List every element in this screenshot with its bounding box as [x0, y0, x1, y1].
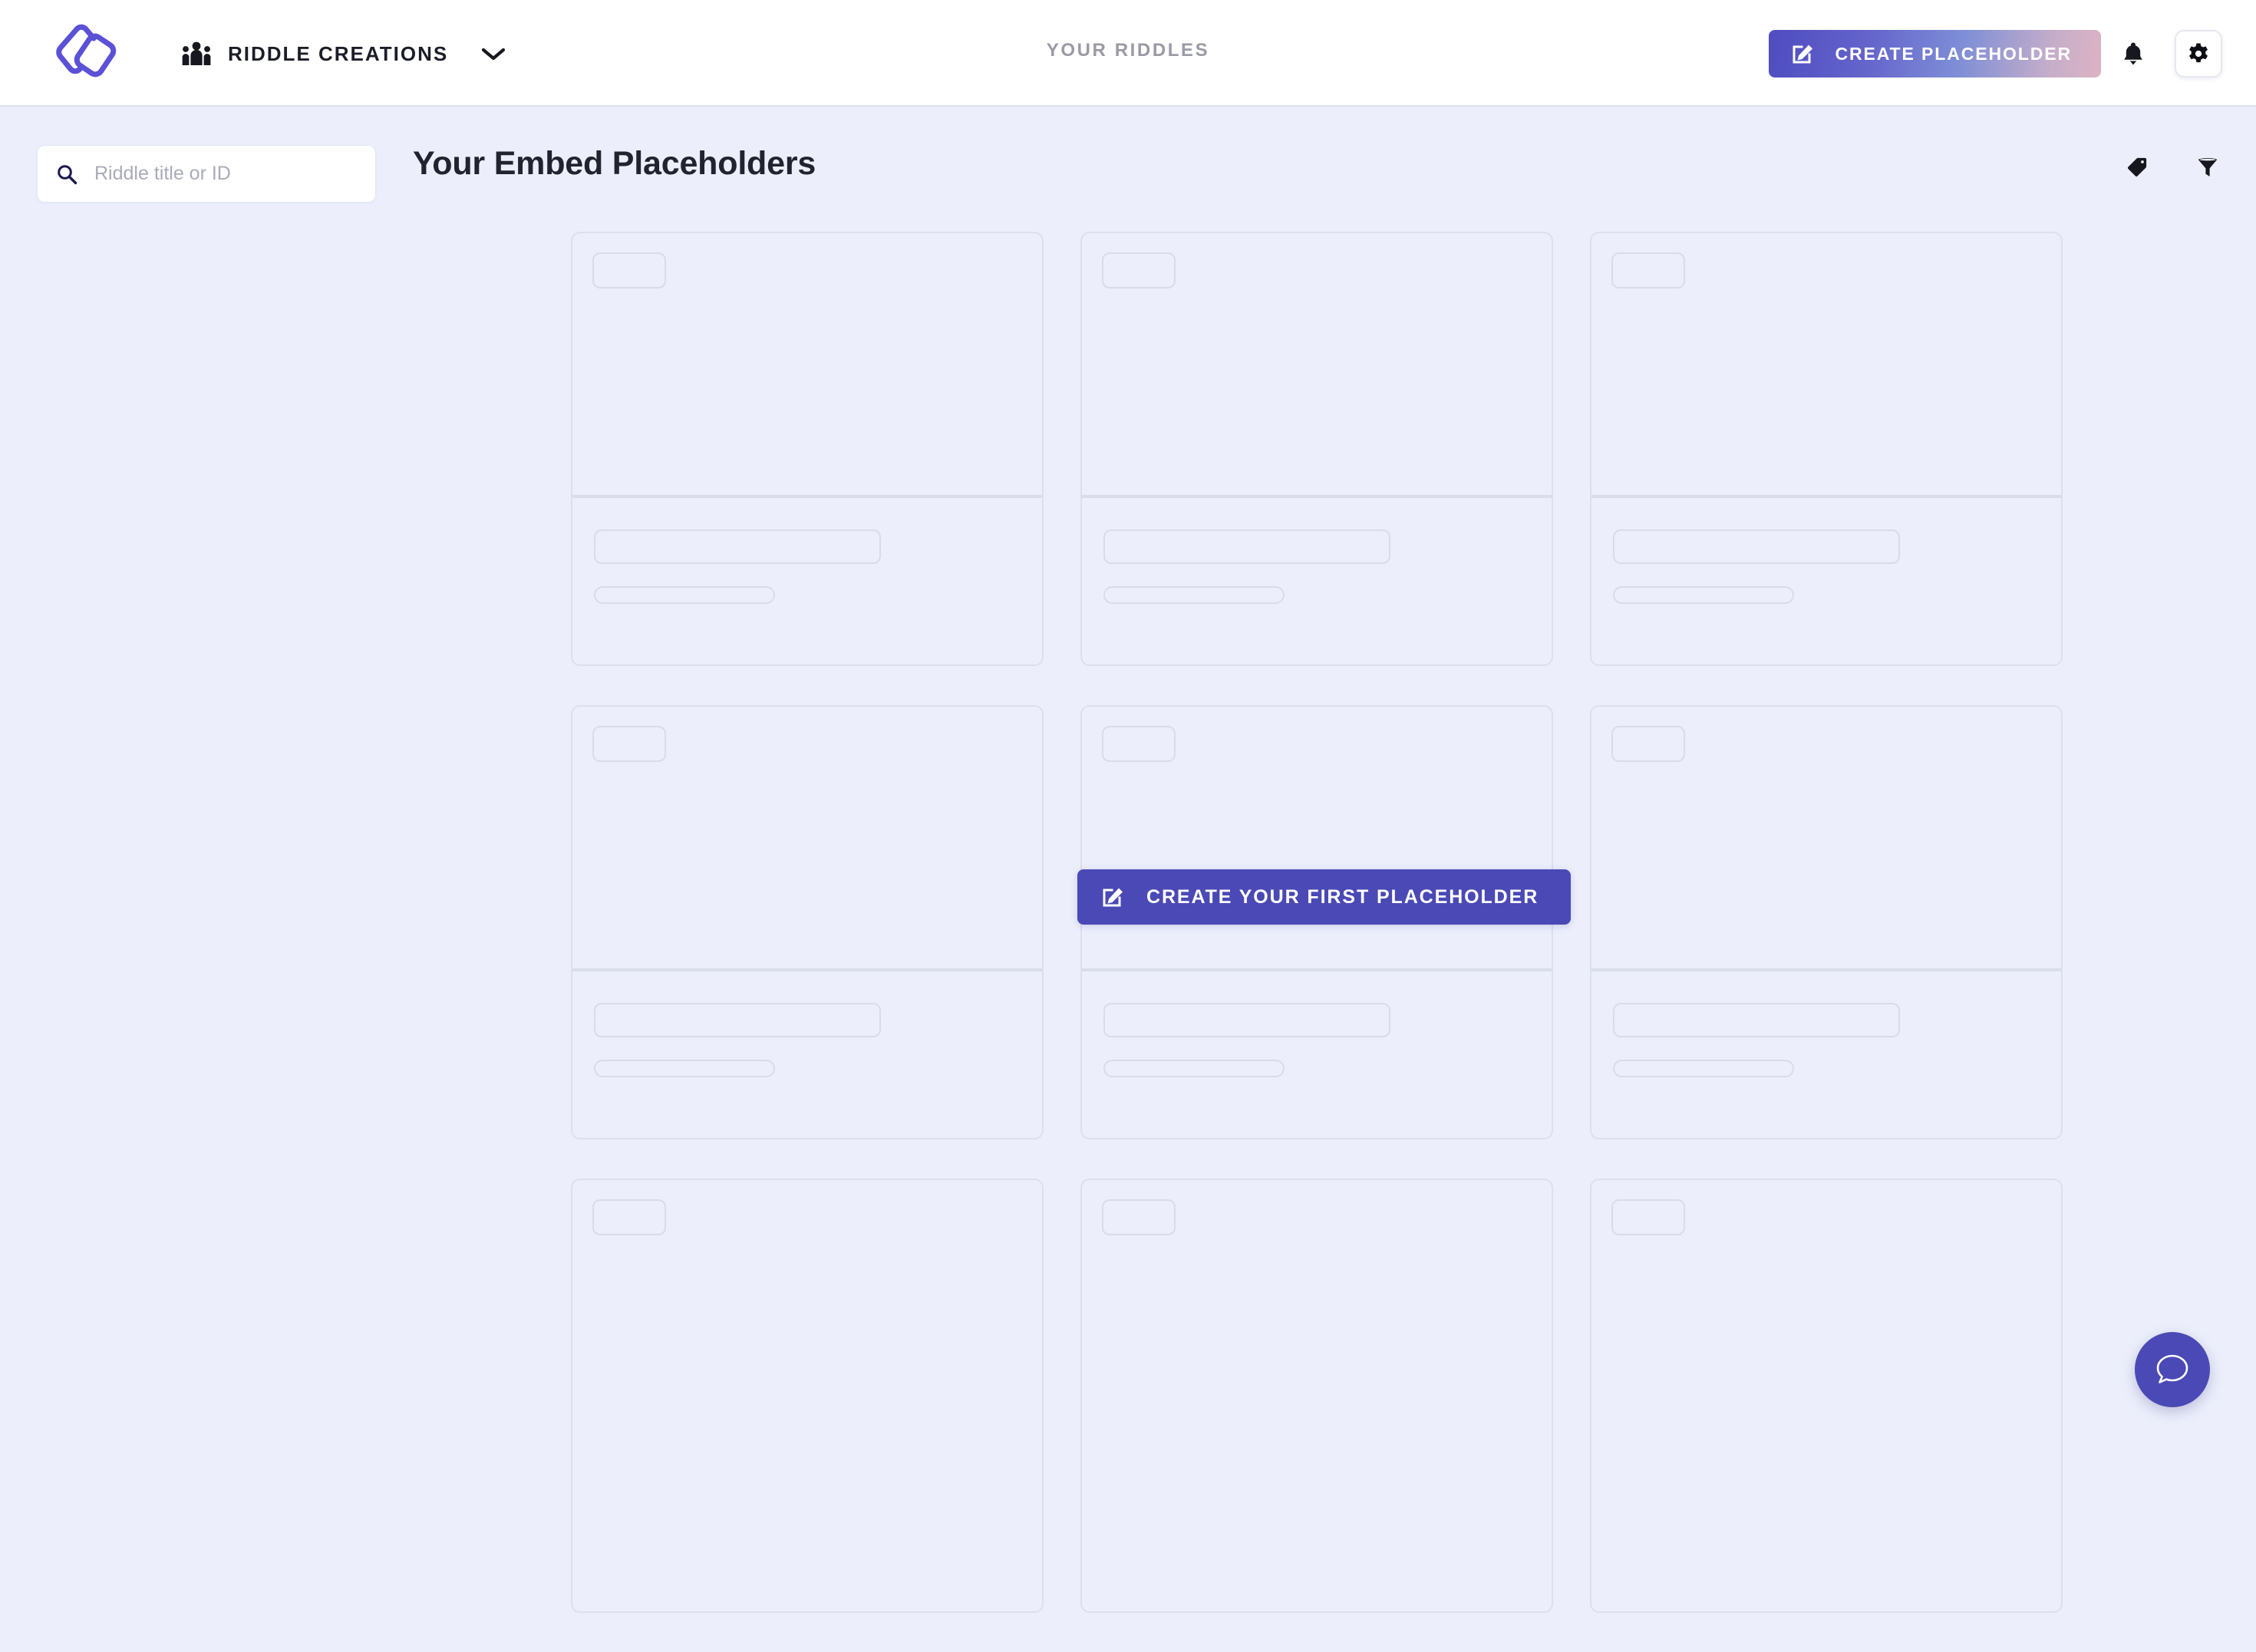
skeleton-row: [571, 232, 2218, 666]
filter-button[interactable]: [2190, 150, 2225, 185]
skeleton-divider: [1591, 495, 2061, 498]
skeleton-title-bar: [1613, 529, 1900, 564]
search-box[interactable]: [37, 145, 376, 203]
gear-icon: [2189, 43, 2208, 63]
skeleton-badge: [592, 1199, 666, 1235]
skeleton-subtitle-bar: [594, 1060, 775, 1077]
create-placeholder-label: CREATE PLACEHOLDER: [1835, 43, 2072, 64]
skeleton-title-bar: [594, 529, 881, 564]
skeleton-title-bar: [594, 1003, 881, 1037]
skeleton-card: [571, 1179, 1044, 1613]
org-switcher[interactable]: RIDDLE CREATIONS: [182, 31, 506, 77]
skeleton-divider: [1082, 495, 1552, 498]
skeleton-badge: [1611, 726, 1685, 762]
skeleton-subtitle-bar: [1613, 1060, 1794, 1077]
skeleton-card: [1590, 1179, 2063, 1613]
bell-icon: [2124, 42, 2142, 65]
skeleton-divider: [572, 495, 1042, 498]
skeleton-card: [1590, 232, 2063, 666]
page-title: Your Embed Placeholders: [413, 145, 816, 182]
skeleton-badge: [1611, 1199, 1685, 1235]
chevron-down-icon: [482, 48, 506, 61]
create-first-placeholder-label: CREATE YOUR FIRST PLACEHOLDER: [1146, 885, 1539, 908]
skeleton-badge: [1102, 726, 1176, 762]
settings-button[interactable]: [2175, 30, 2222, 77]
skeleton-subtitle-bar: [1613, 586, 1794, 604]
edit-square-icon: [1103, 888, 1123, 907]
skeleton-card: [1080, 1179, 1553, 1613]
edit-square-icon: [1793, 45, 1813, 64]
skeleton-card: [1080, 232, 1553, 666]
skeleton-subtitle-bar: [1103, 1060, 1285, 1077]
skeleton-badge: [1102, 1199, 1176, 1235]
main-content: Your Embed Placeholders: [0, 107, 2256, 1613]
create-placeholder-button[interactable]: CREATE PLACEHOLDER: [1769, 30, 2101, 77]
skeleton-subtitle-bar: [594, 586, 775, 604]
people-group-icon: [182, 41, 211, 65]
tag-icon: [2128, 157, 2147, 176]
list-tools: [2119, 150, 2225, 185]
placeholder-skeleton-grid: [571, 232, 2218, 1652]
header-actions: CREATE PLACEHOLDER: [1769, 23, 2222, 84]
skeleton-subtitle-bar: [1103, 586, 1285, 604]
skeleton-title-bar: [1103, 529, 1390, 564]
skeleton-divider: [1591, 968, 2061, 971]
chat-bubble-icon: [2156, 1354, 2188, 1383]
tag-filter-button[interactable]: [2119, 150, 2155, 185]
skeleton-divider: [1082, 968, 1552, 971]
app-header: RIDDLE CREATIONS YOUR RIDDLES CREATE PLA…: [0, 0, 2256, 107]
skeleton-badge: [1102, 252, 1176, 289]
skeleton-badge: [1611, 252, 1685, 289]
search-input[interactable]: [94, 163, 357, 185]
skeleton-badge: [592, 726, 666, 762]
skeleton-divider: [572, 968, 1042, 971]
support-chat-button[interactable]: [2135, 1332, 2210, 1407]
search-icon: [58, 164, 78, 184]
skeleton-title-bar: [1613, 1003, 1900, 1037]
skeleton-title-bar: [1103, 1003, 1390, 1037]
skeleton-card: [571, 232, 1044, 666]
skeleton-card: [1590, 705, 2063, 1139]
riddle-logo-icon[interactable]: [48, 20, 118, 87]
skeleton-card: [571, 705, 1044, 1139]
skeleton-row: [571, 1179, 2218, 1613]
notifications-button[interactable]: [2101, 27, 2165, 81]
create-first-placeholder-button[interactable]: CREATE YOUR FIRST PLACEHOLDER: [1077, 869, 1572, 925]
org-name: RIDDLE CREATIONS: [228, 41, 449, 65]
filter-icon: [2198, 158, 2217, 176]
skeleton-badge: [592, 252, 666, 289]
